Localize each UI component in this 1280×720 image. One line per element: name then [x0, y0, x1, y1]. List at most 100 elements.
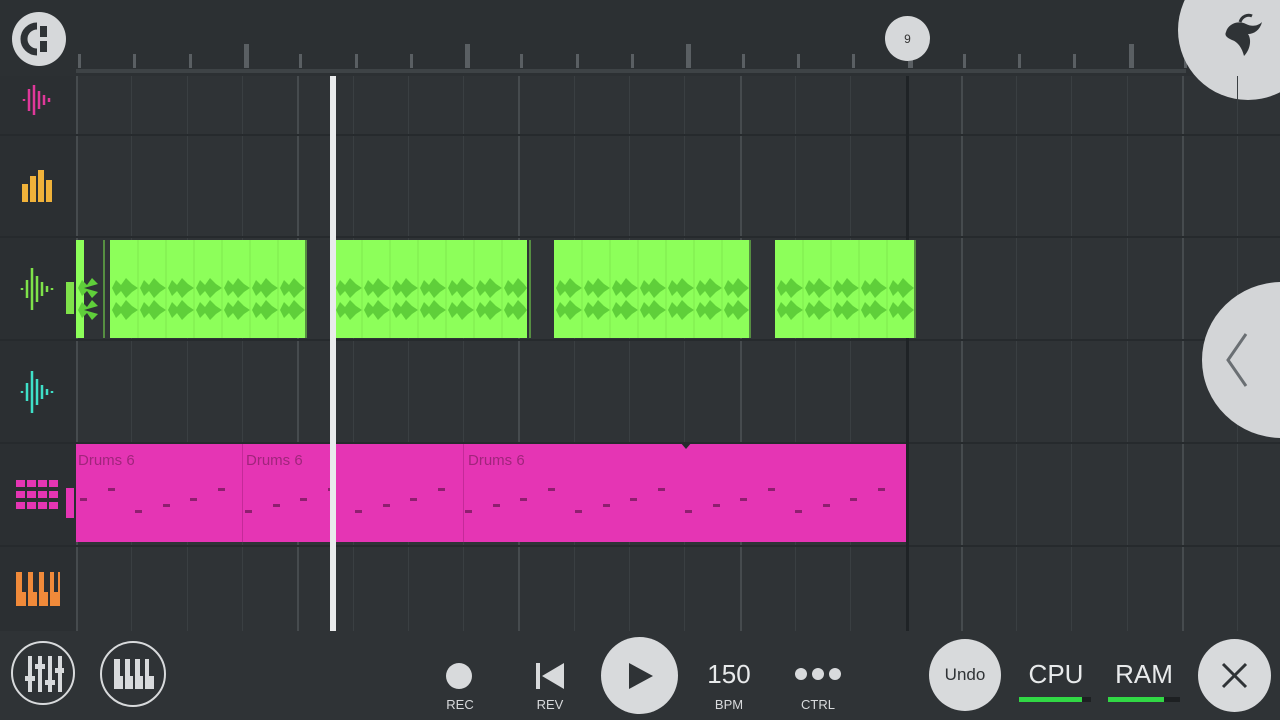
waveform-peak — [280, 278, 305, 298]
track-header-audio-1[interactable] — [0, 76, 76, 136]
chevron-left-icon — [1226, 333, 1248, 387]
waveform-peak — [420, 278, 446, 298]
track-lane-audio-1[interactable] — [76, 76, 1280, 136]
track-header-audio-2[interactable] — [0, 238, 76, 341]
track-header-piano[interactable] — [0, 547, 76, 633]
bpm-value[interactable]: 150 — [694, 659, 764, 690]
waveform-peak — [668, 300, 694, 320]
pattern-note — [850, 498, 857, 501]
close-button[interactable] — [1198, 639, 1271, 712]
waveform-peak — [833, 300, 859, 320]
waveform-peak — [392, 278, 418, 298]
ruler-scroll-line — [76, 69, 1186, 73]
more-dots-icon[interactable] — [794, 667, 844, 681]
pattern-note — [300, 498, 307, 501]
waveform-peak — [805, 278, 831, 298]
waveform-peak — [280, 300, 305, 320]
pattern-note — [382, 504, 390, 507]
pattern-note — [135, 510, 142, 513]
pattern-note — [190, 498, 197, 501]
ruler-tick — [299, 54, 303, 68]
waveform-peak — [224, 278, 250, 298]
waveform-peak — [889, 300, 914, 320]
track-headers — [0, 76, 76, 633]
waveform-peak — [504, 300, 527, 320]
track-header-pattern[interactable] — [0, 444, 76, 547]
record-icon[interactable] — [446, 663, 472, 689]
pattern-note — [547, 488, 555, 491]
waveform-peak — [556, 300, 582, 320]
pattern-note — [630, 498, 637, 501]
ruler-tick — [520, 54, 524, 68]
pattern-clip-label: Drums 6 — [468, 452, 525, 469]
timeline-ruler[interactable]: 9 — [0, 0, 1280, 100]
bar-marker[interactable]: 9 — [885, 16, 930, 61]
ruler-tick — [188, 54, 192, 68]
track-lane-automation[interactable] — [76, 136, 1280, 238]
pattern-note — [245, 510, 252, 513]
waveform-peak — [112, 278, 138, 298]
waveform-peak — [476, 278, 502, 298]
waveform-peak — [196, 278, 222, 298]
track-lane-piano[interactable] — [76, 547, 1280, 631]
step-sequencer-icon — [16, 479, 58, 509]
pattern-note — [355, 510, 362, 513]
ruler-tick — [409, 54, 413, 68]
piano-keys-icon — [114, 659, 154, 689]
playlist-grid[interactable]: Drums 6 Drums 6 Drums 6 — [76, 76, 1280, 631]
waveform-peak — [112, 300, 138, 320]
piano-icon — [16, 572, 60, 606]
waveform-peak — [336, 278, 362, 298]
snap-button[interactable] — [12, 12, 66, 66]
ctrl-label: CTRL — [801, 697, 835, 712]
rec-label: REC — [446, 697, 474, 712]
waveform-icon — [20, 370, 54, 413]
pattern-clip[interactable]: Drums 6 Drums 6 Drums 6 — [76, 444, 906, 542]
waveform-peak — [420, 300, 446, 320]
pattern-note — [217, 488, 225, 491]
waveform-icon — [22, 85, 51, 115]
waveform-peak — [584, 300, 610, 320]
undo-button[interactable]: Undo — [929, 639, 1001, 711]
ram-label: RAM — [1115, 659, 1173, 689]
ruler-tick — [1018, 54, 1022, 68]
waveform-peak — [78, 300, 98, 320]
waveform-peak — [476, 300, 502, 320]
bars-icon — [22, 170, 52, 202]
pattern-note — [740, 498, 747, 501]
track-volume-handle[interactable] — [66, 488, 74, 518]
playhead[interactable] — [330, 76, 336, 631]
waveform-icon — [20, 267, 54, 310]
ruler-tick — [852, 54, 856, 68]
play-button[interactable] — [601, 637, 678, 714]
waveform-peak — [612, 278, 638, 298]
piano-roll-button[interactable] — [100, 641, 166, 707]
pattern-note — [657, 488, 665, 491]
pattern-note — [492, 504, 500, 507]
waveform-peak — [224, 300, 250, 320]
track-lane-audio-3[interactable] — [76, 341, 1280, 444]
waveform-peak — [724, 300, 749, 320]
ruler-tick — [1128, 44, 1134, 68]
track-volume-handle[interactable] — [66, 282, 74, 314]
pattern-note — [80, 498, 87, 501]
pattern-note — [877, 488, 885, 491]
ram-meter — [1108, 697, 1180, 702]
pattern-note — [410, 498, 417, 501]
waveform-peak — [696, 300, 722, 320]
song-end-marker — [906, 76, 909, 631]
waveform-peak — [696, 278, 722, 298]
pattern-clip-label: Drums 6 — [246, 452, 303, 469]
track-header-automation[interactable] — [0, 136, 76, 238]
waveform-peak — [168, 278, 194, 298]
mixer-button[interactable] — [11, 641, 75, 705]
ruler-tick — [465, 44, 471, 68]
waveform-peak — [777, 300, 803, 320]
ruler-tick — [1073, 54, 1077, 68]
track-header-audio-3[interactable] — [0, 341, 76, 444]
pattern-note — [575, 510, 582, 513]
waveform-peak — [168, 300, 194, 320]
waveform-peak — [724, 278, 749, 298]
rewind-icon[interactable] — [534, 661, 566, 691]
waveform-peak — [364, 300, 390, 320]
